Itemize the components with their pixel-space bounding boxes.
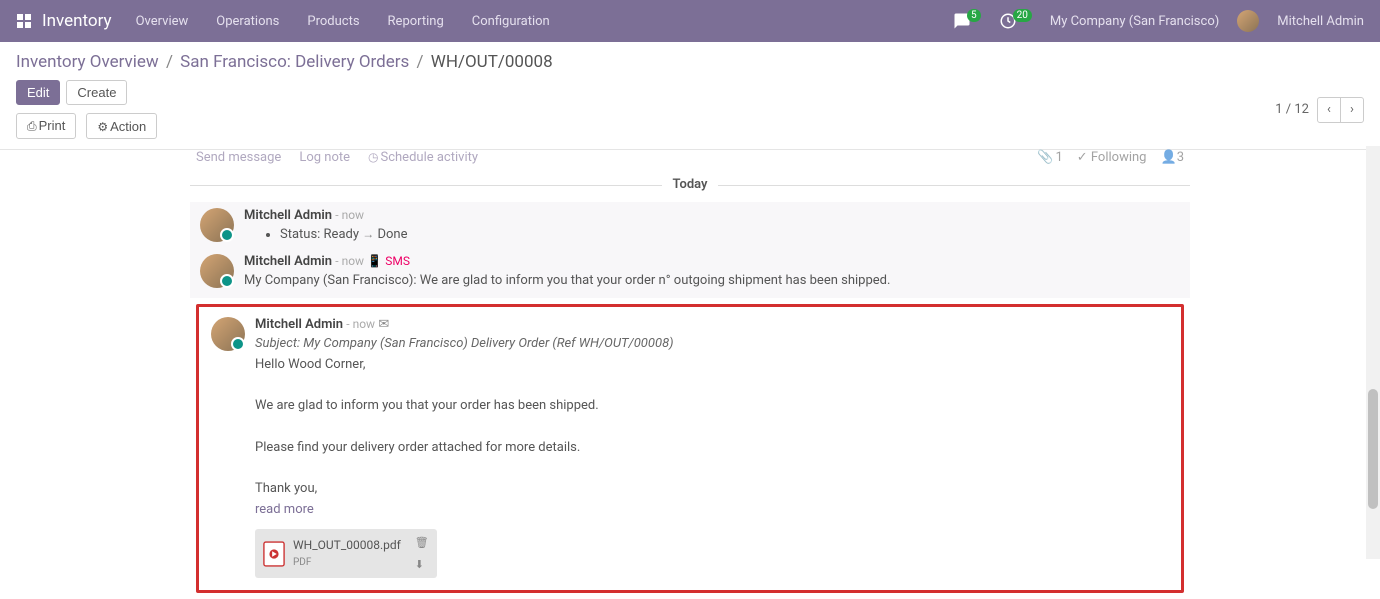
app-name[interactable]: Inventory [42, 11, 112, 31]
pager-count: 1 / 12 [1275, 102, 1309, 117]
status-change: Status: Ready → Done [280, 227, 1180, 242]
arrow-right-icon: → [362, 227, 374, 241]
attachment-count[interactable]: 📎1 [1037, 150, 1063, 165]
delete-attachment-icon[interactable]: 🗑 [415, 534, 429, 552]
main-menu: Overview Operations Products Reporting C… [136, 14, 953, 29]
menu-reporting[interactable]: Reporting [388, 14, 444, 29]
author-avatar[interactable] [211, 317, 245, 351]
email-line: Please find your delivery order attached… [255, 438, 1169, 459]
breadcrumb-l3: WH/OUT/00008 [431, 52, 553, 72]
schedule-label: Schedule activity [381, 150, 479, 165]
message-author[interactable]: Mitchell Admin [244, 254, 332, 269]
apps-icon[interactable] [16, 13, 32, 29]
menu-operations[interactable]: Operations [216, 14, 279, 29]
attachment-name: WH_OUT_00008.pdf [293, 536, 401, 555]
user-menu[interactable]: Mitchell Admin [1277, 14, 1364, 29]
author-avatar[interactable] [200, 208, 234, 242]
message-time: - now [335, 208, 364, 222]
message-author[interactable]: Mitchell Admin [244, 208, 332, 223]
message-email: Mitchell Admin - now ✉ Subject: My Compa… [196, 304, 1184, 593]
action-button[interactable]: Action [86, 113, 157, 139]
activity-icon[interactable]: 20 [999, 12, 1032, 30]
pager-next[interactable]: › [1340, 97, 1364, 123]
email-subject: Subject: My Company (San Francisco) Deli… [255, 334, 1169, 355]
sms-icon: 📱 SMS [367, 254, 410, 268]
breadcrumb-sep: / [166, 52, 173, 72]
follower-count[interactable]: 👤3 [1161, 150, 1185, 165]
top-nav: Inventory Overview Operations Products R… [0, 0, 1380, 42]
action-label: Action [110, 119, 146, 134]
message-sms: Mitchell Admin - now 📱 SMS My Company (S… [190, 248, 1190, 298]
scrollbar-thumb[interactable] [1368, 389, 1378, 509]
today-label: Today [662, 177, 717, 192]
menu-overview[interactable]: Overview [136, 14, 189, 29]
menu-products[interactable]: Products [307, 14, 359, 29]
scrollbar[interactable] [1366, 146, 1380, 559]
create-button[interactable]: Create [66, 80, 127, 105]
company-selector[interactable]: My Company (San Francisco) [1050, 14, 1219, 29]
message-time: - now [335, 254, 364, 268]
envelope-icon: ✉ [378, 317, 389, 332]
attachment-ext: PDF [293, 555, 401, 571]
menu-configuration[interactable]: Configuration [472, 14, 550, 29]
topnav-right: 5 20 My Company (San Francisco) Mitchell… [953, 10, 1364, 32]
send-message-tab[interactable]: Send message [196, 150, 281, 165]
control-row: Edit Create Print Action 1 / 12 ‹ › [16, 72, 1364, 149]
pdf-icon [263, 541, 285, 567]
download-attachment-icon[interactable]: ⬇ [415, 556, 429, 574]
discuss-badge: 5 [967, 9, 981, 22]
email-line: Thank you, [255, 479, 1169, 500]
edit-button[interactable]: Edit [16, 80, 60, 105]
message-body: My Company (San Francisco): We are glad … [244, 271, 1180, 292]
breadcrumb-sep: / [417, 52, 424, 72]
message-time: - now [346, 317, 375, 331]
message-status: Mitchell Admin - now Status: Ready → Don… [190, 202, 1190, 248]
today-divider: Today [190, 177, 1190, 192]
following-toggle[interactable]: ✓ Following [1077, 150, 1147, 165]
message-author[interactable]: Mitchell Admin [255, 317, 343, 332]
print-label: Print [39, 118, 66, 133]
read-more-link[interactable]: read more [255, 500, 1169, 521]
breadcrumb: Inventory Overview / San Francisco: Deli… [16, 52, 1364, 72]
breadcrumb-l2[interactable]: San Francisco: Delivery Orders [180, 52, 409, 72]
email-line: We are glad to inform you that your orde… [255, 396, 1169, 417]
breadcrumb-l1[interactable]: Inventory Overview [16, 52, 159, 72]
discuss-icon[interactable]: 5 [953, 12, 981, 30]
user-avatar[interactable] [1237, 10, 1259, 32]
print-button[interactable]: Print [16, 113, 76, 139]
pager: 1 / 12 ‹ › [1275, 97, 1364, 123]
schedule-activity-tab[interactable]: Schedule activity [368, 150, 478, 165]
chatter-header: Send message Log note Schedule activity … [190, 150, 1190, 171]
attachment[interactable]: WH_OUT_00008.pdf PDF 🗑 ⬇ [255, 529, 437, 578]
email-line: Hello Wood Corner, [255, 355, 1169, 376]
log-note-tab[interactable]: Log note [299, 150, 350, 165]
breadcrumb-bar: Inventory Overview / San Francisco: Deli… [0, 42, 1380, 150]
pager-prev[interactable]: ‹ [1317, 97, 1341, 123]
activity-badge: 20 [1013, 9, 1032, 22]
chatter: Send message Log note Schedule activity … [190, 150, 1190, 593]
author-avatar[interactable] [200, 254, 234, 288]
